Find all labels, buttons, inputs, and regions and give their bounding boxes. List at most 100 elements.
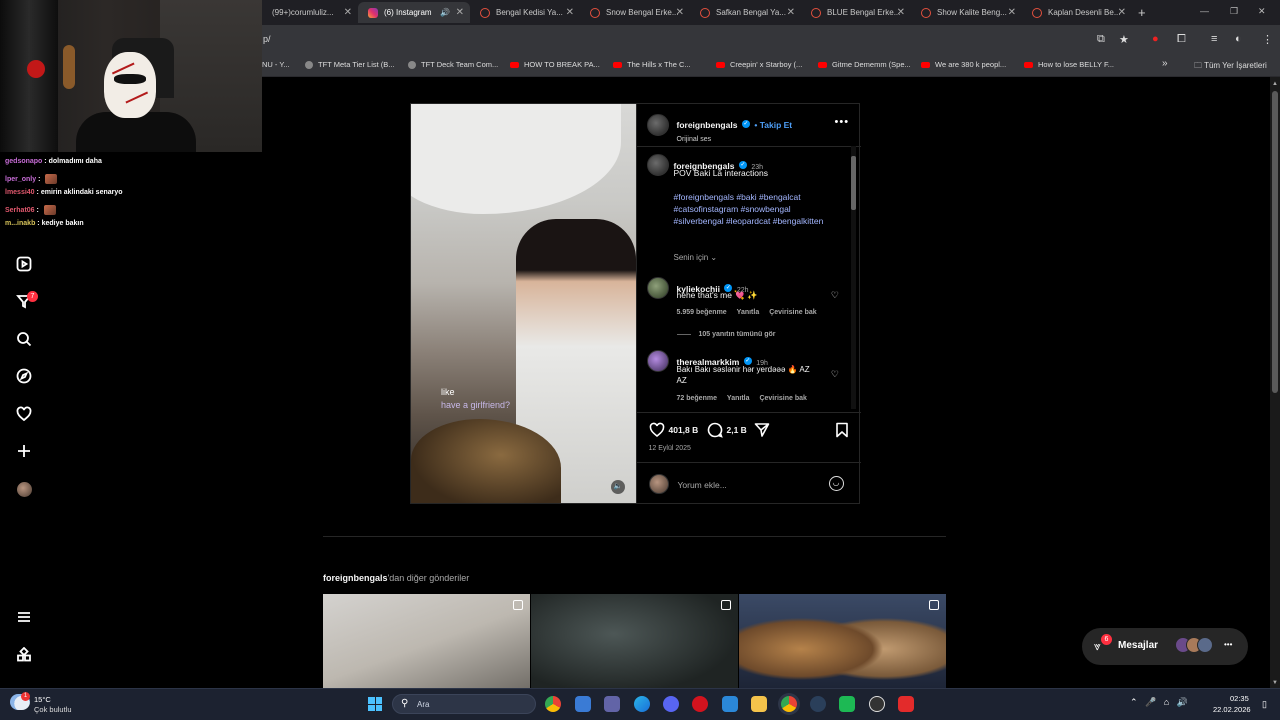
- bookmark-item[interactable]: NU - Y...: [262, 60, 290, 69]
- file-manager-icon[interactable]: [575, 696, 591, 712]
- bookmark-item[interactable]: Creepin' x Starboy (...: [716, 60, 802, 69]
- media-control-icon[interactable]: ≡: [1211, 33, 1217, 45]
- more-options-icon[interactable]: •••: [835, 116, 850, 128]
- tab-snow-bengal[interactable]: Snow Bengal Erke... ✕: [580, 2, 690, 23]
- install-app-icon[interactable]: ⧉: [1097, 33, 1105, 46]
- minimize-icon[interactable]: —: [1200, 6, 1209, 16]
- tab-kaplan-desenli[interactable]: Kaplan Desenli Be... ✕: [1022, 2, 1132, 23]
- media-player-icon[interactable]: [869, 696, 885, 712]
- extensions-icon[interactable]: ⧠: [1177, 33, 1186, 46]
- teams-icon[interactable]: [604, 696, 620, 712]
- maximize-icon[interactable]: ❐: [1230, 6, 1238, 17]
- steam-icon[interactable]: [810, 696, 826, 712]
- bookmark-item[interactable]: TFT Deck Team Com...: [408, 60, 498, 69]
- close-icon[interactable]: ✕: [676, 7, 684, 18]
- emoji-icon[interactable]: ◡: [828, 476, 844, 491]
- messages-button[interactable]: ⩔ 6 Mesajlar •••: [1082, 628, 1248, 665]
- opera-icon[interactable]: [692, 696, 708, 712]
- windows-start-icon[interactable]: [368, 697, 382, 711]
- xbox-icon[interactable]: [839, 696, 855, 712]
- reels-icon[interactable]: [15, 255, 33, 273]
- close-icon[interactable]: ✕: [566, 7, 574, 18]
- page-scrollbar[interactable]: ▲ ▼: [1270, 77, 1280, 688]
- chrome-active-icon[interactable]: [781, 696, 797, 712]
- more-post-thumbnail[interactable]: [531, 594, 738, 688]
- menu-icon[interactable]: ⋮: [1262, 33, 1273, 46]
- more-post-thumbnail[interactable]: [739, 594, 946, 688]
- notification-icon[interactable]: ▯: [1262, 699, 1267, 710]
- opera-extension-icon[interactable]: ●: [1152, 33, 1159, 45]
- author-username[interactable]: foreignbengals: [677, 120, 738, 130]
- comment-likes[interactable]: 5.959 beğenme: [677, 309, 727, 316]
- audio-label[interactable]: Orijinal ses: [677, 136, 793, 143]
- follow-button[interactable]: Takip Et: [760, 120, 792, 130]
- taskbar-search[interactable]: ⚲ Ara: [392, 694, 536, 714]
- comment-action[interactable]: 2,1 B: [707, 422, 747, 438]
- reply-button[interactable]: Yanıtla: [737, 309, 760, 316]
- for-you-label[interactable]: Senin için ⌄: [674, 253, 718, 262]
- bookmark-item[interactable]: HOW TO BREAK PA...: [510, 60, 600, 69]
- tab-blue-bengal[interactable]: BLUE Bengal Erke... ✕: [801, 2, 911, 23]
- comment-like-icon[interactable]: ♡: [831, 290, 839, 301]
- bookmark-item[interactable]: We are 380 k peopl...: [921, 60, 1006, 69]
- view-replies-button[interactable]: 105 yanıtın tümünü gör: [676, 331, 776, 338]
- tab-instagram[interactable]: (6) Instagram 🔊 ✕: [358, 2, 470, 23]
- close-icon[interactable]: ✕: [1008, 7, 1016, 18]
- clock-time[interactable]: 02:35: [1230, 694, 1249, 703]
- author-avatar[interactable]: [646, 114, 669, 136]
- save-bookmark-icon[interactable]: [835, 422, 849, 438]
- comments-scrollbar[interactable]: [851, 146, 856, 409]
- scroll-down-icon[interactable]: ▼: [1272, 680, 1278, 686]
- author-avatar[interactable]: [646, 154, 669, 176]
- share-icon[interactable]: [754, 422, 770, 438]
- comment-like-icon[interactable]: ♡: [831, 369, 839, 380]
- close-window-icon[interactable]: ✕: [1258, 6, 1266, 17]
- close-icon[interactable]: ✕: [897, 7, 905, 18]
- create-plus-icon[interactable]: [15, 442, 33, 460]
- reply-button[interactable]: Yanıtla: [727, 395, 750, 402]
- compass-icon[interactable]: [15, 367, 33, 385]
- weather-temperature[interactable]: 15°C: [34, 695, 51, 704]
- volume-icon[interactable]: 🔈: [611, 480, 625, 494]
- discord-icon[interactable]: [663, 696, 679, 712]
- translate-button[interactable]: Çevirisine bak: [759, 395, 806, 402]
- weather-description[interactable]: Çok bulutlu: [34, 705, 72, 714]
- like-action[interactable]: 401,8 B: [649, 422, 698, 438]
- close-icon[interactable]: ✕: [787, 7, 795, 18]
- clock-date[interactable]: 22.02.2026: [1213, 705, 1251, 714]
- speaker-icon[interactable]: 🔊: [440, 8, 450, 17]
- url-field[interactable]: p/: [263, 34, 271, 44]
- bookmark-star-icon[interactable]: ★: [1119, 33, 1129, 46]
- comment-input[interactable]: Yorum ekle...: [678, 480, 727, 490]
- mail-icon[interactable]: [722, 696, 738, 712]
- translate-button[interactable]: Çevirisine bak: [769, 309, 816, 316]
- comment-avatar[interactable]: [646, 277, 669, 299]
- scroll-up-icon[interactable]: ▲: [1272, 81, 1278, 87]
- close-icon[interactable]: ✕: [456, 7, 464, 18]
- tab-bengal-kedisi[interactable]: Bengal Kedisi Ya... ✕: [470, 2, 580, 23]
- search-icon[interactable]: [15, 330, 33, 348]
- heart-icon[interactable]: [649, 422, 665, 438]
- system-tray[interactable]: ⌃ 🎤 ⌂ 🔊: [1130, 697, 1188, 708]
- tab-show-kalite[interactable]: Show Kalite Beng... ✕: [911, 2, 1022, 23]
- apps-grid-icon[interactable]: [15, 646, 33, 664]
- profile-avatar[interactable]: [17, 482, 32, 497]
- close-icon[interactable]: ✕: [1118, 7, 1126, 18]
- close-icon[interactable]: ✕: [344, 7, 352, 18]
- bookmark-item[interactable]: TFT Meta Tier List (B...: [305, 60, 395, 69]
- folder-icon[interactable]: [751, 696, 767, 712]
- more-post-thumbnail[interactable]: [323, 594, 530, 688]
- hamburger-menu-icon[interactable]: [15, 608, 33, 626]
- chevron-right-icon[interactable]: »: [1162, 58, 1168, 69]
- chrome-icon[interactable]: [545, 696, 561, 712]
- tab-safkan-bengal[interactable]: Safkan Bengal Ya... ✕: [690, 2, 801, 23]
- more-posts-user[interactable]: foreignbengals: [323, 573, 388, 583]
- recorder-icon[interactable]: [898, 696, 914, 712]
- all-bookmarks-folder[interactable]: 🗀 Tüm Yer İşaretleri: [1194, 60, 1267, 74]
- tab-corumlu[interactable]: (99+)corumluliz... ✕: [262, 2, 358, 23]
- edge-icon[interactable]: [634, 696, 650, 712]
- hashtags[interactable]: #foreignbengals #baki #bengalcat #catsof…: [674, 191, 824, 227]
- bookmark-item[interactable]: Gitme Dememm (Spe...: [818, 60, 911, 69]
- bookmark-item[interactable]: The Hills x The C...: [613, 60, 691, 69]
- comment-icon[interactable]: [707, 422, 723, 438]
